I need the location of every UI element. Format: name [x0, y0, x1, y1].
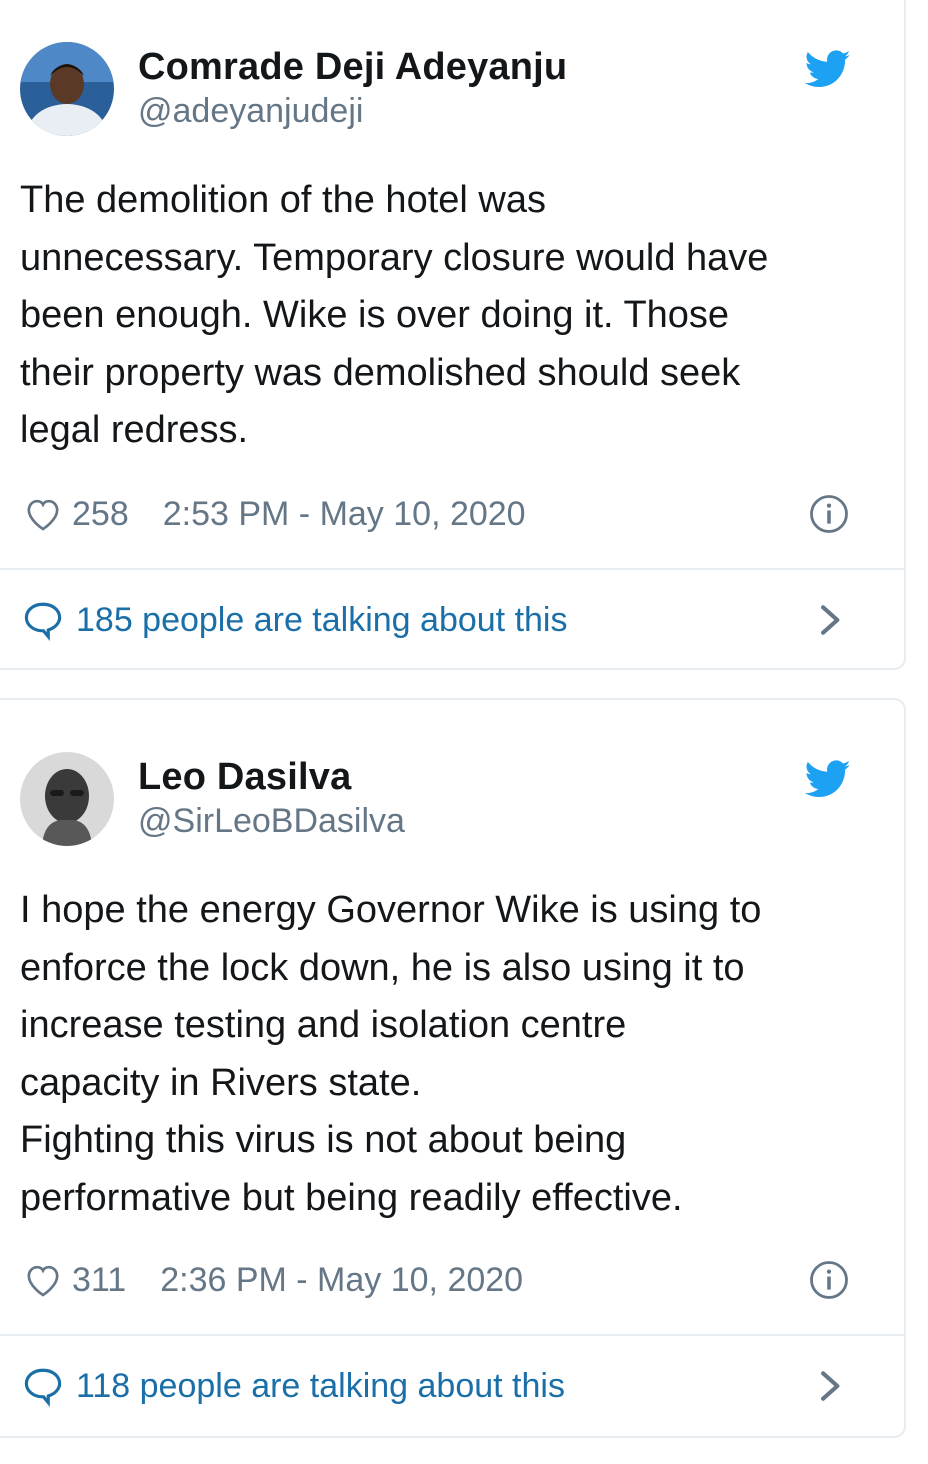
info-circle-icon[interactable]: [808, 1259, 850, 1301]
heart-outline-icon[interactable]: [22, 494, 64, 534]
author-handle[interactable]: @SirLeoBDasilva: [138, 802, 405, 841]
tweet-text: The demolition of the hotel was unnecess…: [20, 179, 769, 452]
author-handle[interactable]: @adeyanjudeji: [138, 92, 363, 131]
like-count[interactable]: 311: [72, 1261, 126, 1300]
avatar[interactable]: [20, 752, 114, 846]
divider: [0, 568, 904, 570]
timestamp[interactable]: 2:36 PM - May 10, 2020: [160, 1261, 523, 1300]
speech-bubble-icon: [24, 1368, 62, 1407]
divider: [0, 1334, 904, 1336]
tweet-card[interactable]: Comrade Deji Adeyanju @adeyanjudeji The …: [0, 0, 906, 670]
speech-bubble-icon: [24, 602, 62, 641]
like-count[interactable]: 258: [72, 495, 129, 534]
talking-count[interactable]: 185 people are talking about this: [76, 601, 567, 640]
timestamp[interactable]: 2:53 PM - May 10, 2020: [163, 495, 526, 534]
conversation-link[interactable]: 185 people are talking about this: [22, 596, 882, 644]
chevron-right-icon[interactable]: [816, 601, 846, 639]
conversation-link[interactable]: 118 people are talking about this: [22, 1362, 882, 1410]
author-name[interactable]: Comrade Deji Adeyanju: [138, 46, 567, 89]
avatar[interactable]: [20, 42, 114, 136]
heart-outline-icon[interactable]: [22, 1260, 64, 1300]
talking-count[interactable]: 118 people are talking about this: [76, 1367, 565, 1406]
tweet-meta: 311 2:36 PM - May 10, 2020: [22, 1258, 882, 1302]
info-circle-icon[interactable]: [808, 493, 850, 535]
tweet-card[interactable]: Leo Dasilva @SirLeoBDasilva I hope the e…: [0, 698, 906, 1438]
tweet-text: I hope the energy Governor Wike is using…: [20, 889, 762, 1219]
chevron-right-icon[interactable]: [816, 1367, 846, 1405]
twitter-bird-icon[interactable]: [805, 756, 851, 802]
twitter-bird-icon[interactable]: [805, 46, 851, 92]
tweet-meta: 258 2:53 PM - May 10, 2020: [22, 492, 882, 536]
author-name[interactable]: Leo Dasilva: [138, 756, 351, 799]
